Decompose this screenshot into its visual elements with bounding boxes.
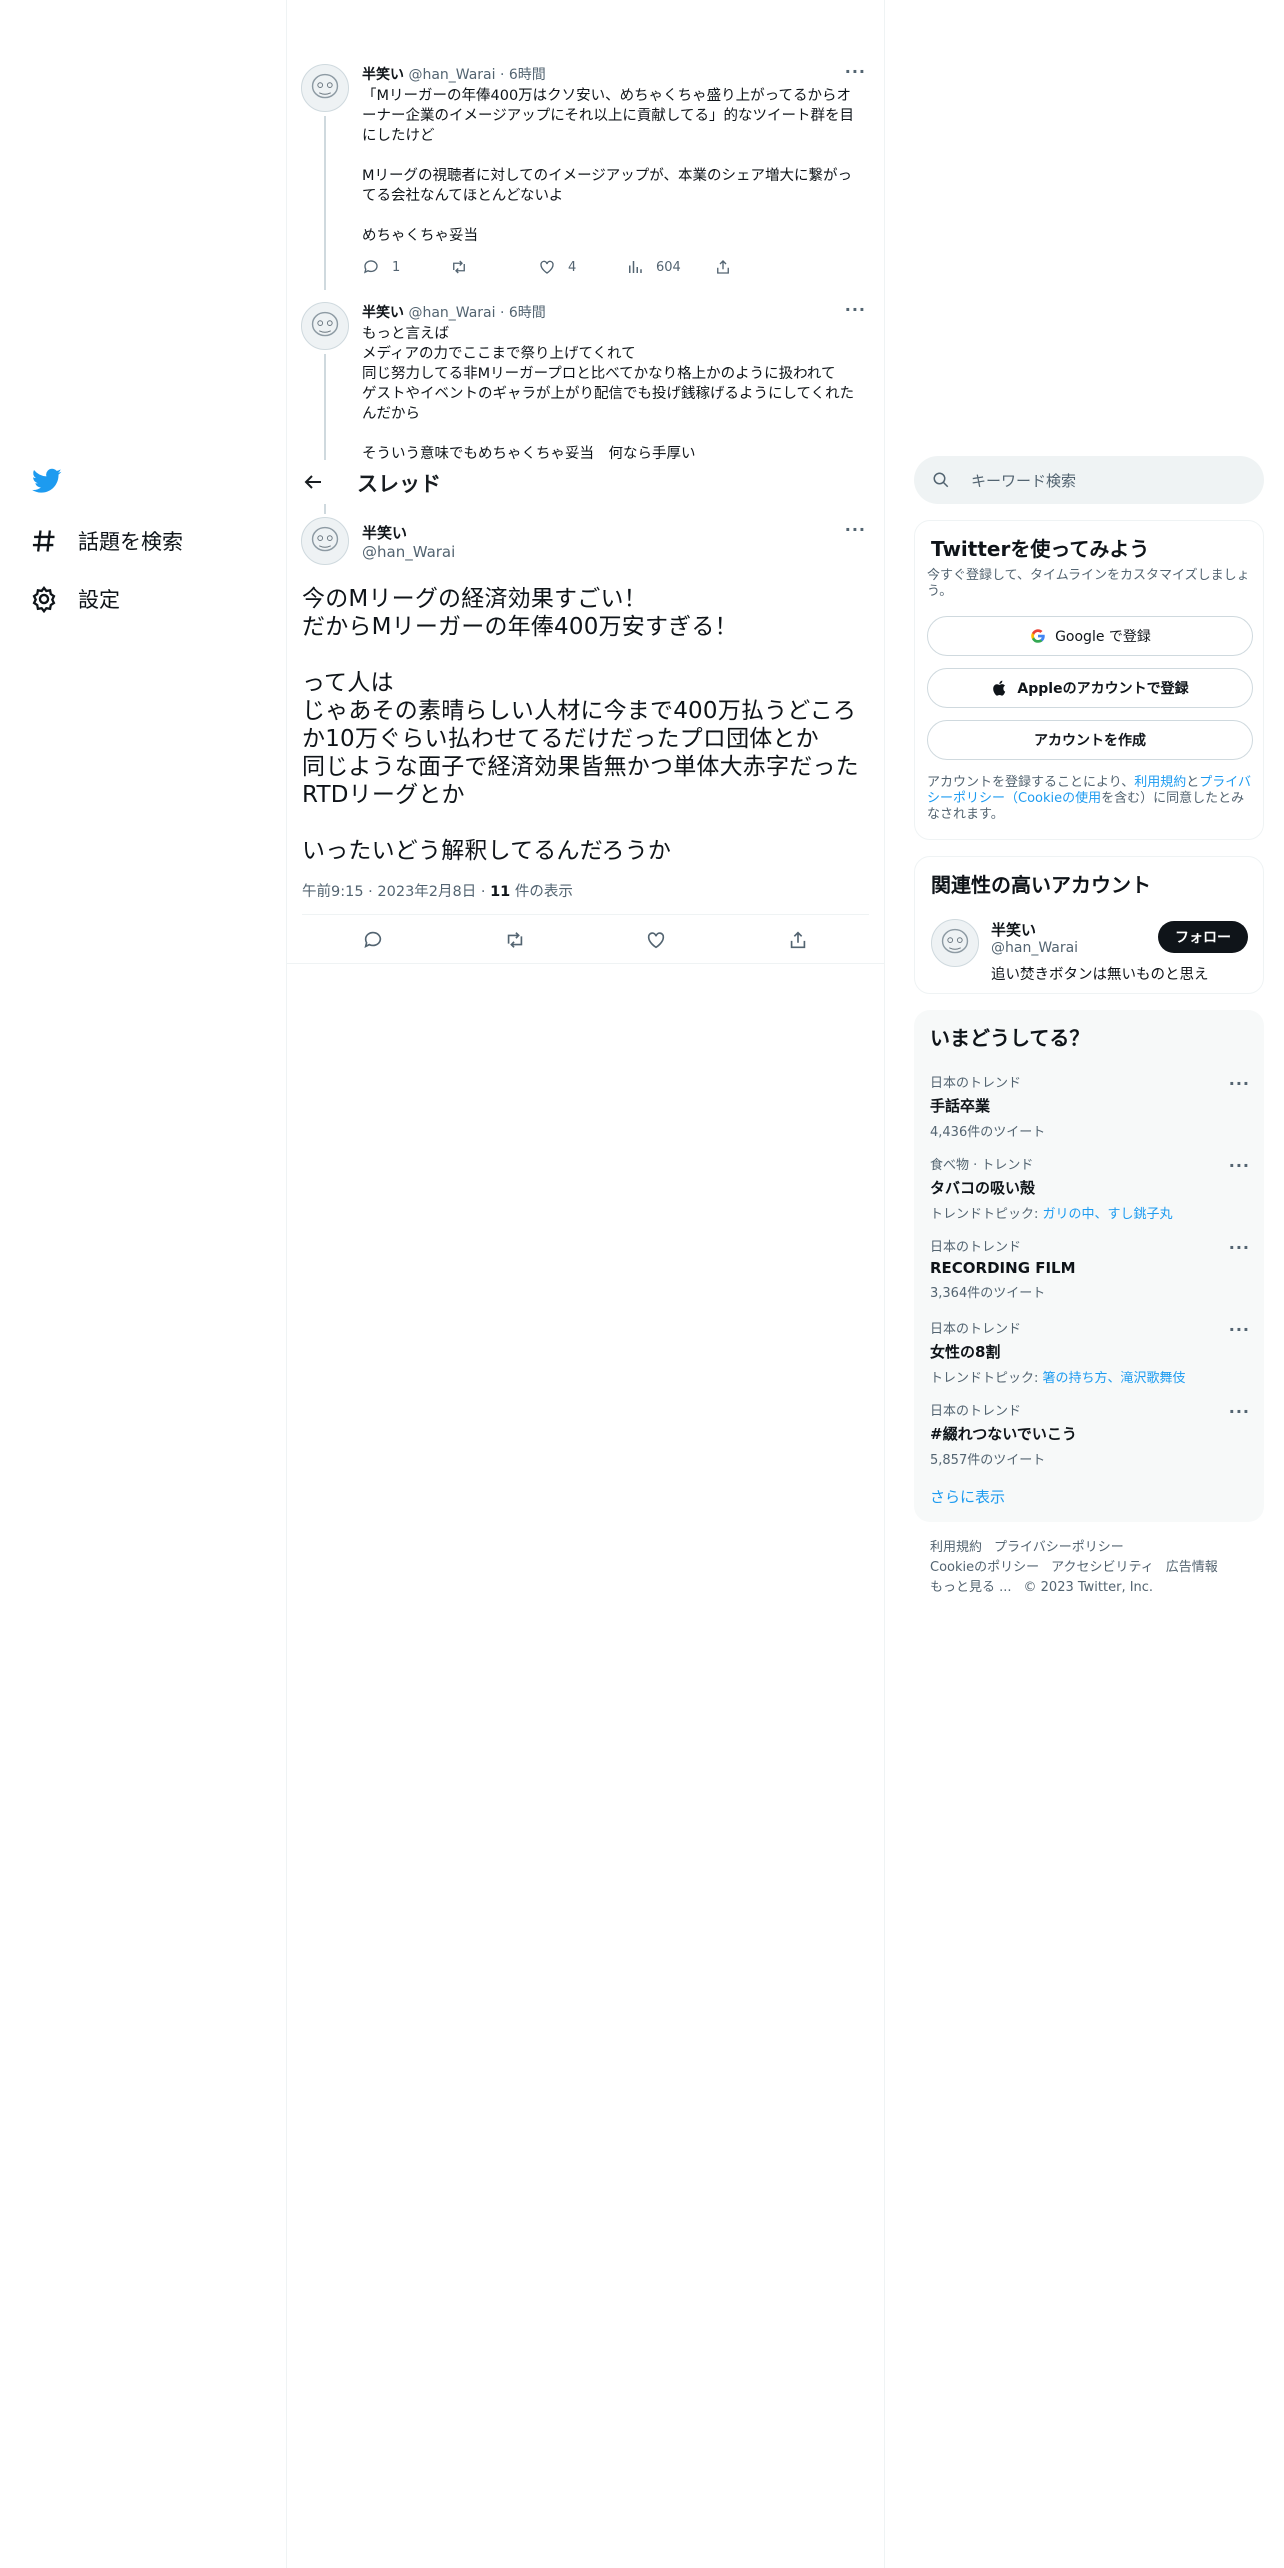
- more-icon[interactable]: ···: [845, 62, 866, 81]
- cookie-link[interactable]: （Cookieの使用: [1005, 791, 1101, 806]
- avatar[interactable]: [301, 517, 349, 565]
- views-count: 11: [490, 884, 511, 900]
- google-signup-label: Google で登録: [1055, 629, 1151, 645]
- related-handle[interactable]: @han_Warai: [991, 940, 1078, 956]
- avatar[interactable]: [301, 64, 349, 112]
- reply-button[interactable]: 1: [362, 258, 450, 276]
- footer-link[interactable]: 広告情報: [1166, 1560, 1218, 1575]
- nav-settings-label: 設定: [78, 588, 120, 612]
- thread-connector: [324, 504, 326, 514]
- author-handle[interactable]: @han_Warai: [362, 543, 455, 561]
- trends-panel: いまどうしてる？ 日本のトレンド 手話卒業 4,436件のツイート ··· 食べ…: [914, 1010, 1264, 1522]
- more-icon[interactable]: ···: [1229, 1074, 1250, 1093]
- related-title: 関連性の高いアカウント: [931, 873, 1151, 897]
- search-input[interactable]: キーワード検索: [914, 456, 1264, 504]
- signup-card: Twitterを使ってみよう 今すぐ登録して、タイムラインをカスタマイズしましょ…: [914, 520, 1264, 840]
- heart-icon: [540, 260, 554, 274]
- analytics-icon: [629, 261, 642, 273]
- page-title: スレッド: [357, 472, 441, 496]
- apple-signup-button[interactable]: Appleのアカウントで登録: [927, 668, 1253, 708]
- trend-item[interactable]: 日本のトレンド 女性の8割 トレンドトピック: 箸の持ち方、滝沢歌舞伎 ···: [930, 1318, 1250, 1386]
- gear-icon: [32, 586, 56, 613]
- more-icon[interactable]: ···: [845, 520, 866, 539]
- trend-item[interactable]: 日本のトレンド #綴れつないでいこう 5,857件のツイート ···: [930, 1400, 1250, 1468]
- related-name[interactable]: 半笑い: [991, 919, 1036, 940]
- signup-legal: アカウントを登録することにより、利用規約とプライバシーポリシー（Cookieの使…: [927, 775, 1252, 822]
- footer-link[interactable]: 利用規約: [930, 1540, 982, 1555]
- tweet-date[interactable]: 2023年2月8日: [377, 884, 476, 900]
- page: 話題を検索 設定 半笑い @han_Warai · 6時間 ··· 「Mリーガー…: [0, 0, 1284, 2568]
- nav-explore-label: 話題を検索: [78, 530, 183, 554]
- search-icon: [933, 472, 949, 488]
- tweet-actions: [302, 925, 869, 955]
- trend-item[interactable]: 日本のトレンド 手話卒業 4,436件のツイート ···: [930, 1072, 1250, 1140]
- nav-settings[interactable]: 設定: [30, 579, 120, 619]
- tweet-meta: 午前9:15 · 2023年2月8日 · 11 件の表示: [302, 884, 573, 900]
- reply-icon[interactable]: [362, 929, 384, 951]
- more-icon[interactable]: ···: [1229, 1402, 1250, 1421]
- views-button[interactable]: 604: [626, 258, 714, 276]
- tweet-header: 半笑い @han_Warai · 6時間: [362, 305, 546, 321]
- thread-tweet[interactable]: 半笑い @han_Warai · 6時間 ··· もっと言えば メディアの力でこ…: [287, 298, 884, 460]
- tweet-text: もっと言えば メディアの力でここまで祭り上げてくれて 同じ努力してる非Mリーガー…: [362, 326, 855, 460]
- tweet-time[interactable]: 午前9:15: [302, 884, 364, 900]
- thread-connector: [324, 116, 326, 290]
- signup-desc: 今すぐ登録して、タイムラインをカスタマイズしましょう。: [927, 568, 1250, 599]
- retweet-icon[interactable]: [504, 929, 526, 951]
- more-icon[interactable]: ···: [845, 300, 866, 319]
- reply-icon: [363, 260, 378, 274]
- terms-link[interactable]: 利用規約: [1134, 775, 1186, 790]
- trend-item[interactable]: 食べ物 · トレンド タバコの吸い殻 トレンドトピック: ガリの中、すし銚子丸 …: [930, 1154, 1250, 1222]
- avatar[interactable]: [301, 302, 349, 350]
- thread-connector: [324, 354, 326, 460]
- trends-title: いまどうしてる？: [930, 1026, 1090, 1050]
- retweet-button[interactable]: [450, 258, 538, 276]
- retweet-icon: [453, 260, 465, 274]
- more-icon[interactable]: ···: [1229, 1156, 1250, 1175]
- footer-link[interactable]: アクセシビリティ: [1051, 1560, 1154, 1575]
- apple-icon: [993, 680, 1006, 696]
- footer-link[interactable]: Cookieのポリシー: [930, 1560, 1039, 1575]
- right-divider: [884, 0, 885, 2568]
- search-placeholder: キーワード検索: [971, 471, 1077, 490]
- tweet-text: 「Mリーガーの年俸400万はクソ安い、めちゃくちゃ盛り上がってるからオーナー企業…: [362, 88, 854, 244]
- thread-header: スレッド: [287, 460, 884, 504]
- divider: [287, 963, 884, 964]
- apple-signup-label: Appleのアカウントで登録: [1017, 681, 1189, 697]
- back-arrow-icon[interactable]: [301, 470, 325, 494]
- google-signup-button[interactable]: Google で登録: [927, 616, 1253, 656]
- tweet-actions: 1 4 604: [362, 256, 802, 278]
- show-more-link[interactable]: さらに表示: [930, 1486, 1005, 1507]
- share-button[interactable]: [714, 258, 802, 276]
- divider: [302, 914, 869, 915]
- twitter-logo-icon[interactable]: [30, 466, 64, 496]
- author-name[interactable]: 半笑い: [362, 522, 407, 543]
- tweet-text: 今のMリーグの経済効果すごい！ だからMリーガーの年俸400万安すぎる！ って人…: [302, 586, 859, 864]
- related-accounts-card: 関連性の高いアカウント 半笑い @han_Warai 追い焚きボタンは無いものと…: [914, 856, 1264, 994]
- like-button[interactable]: 4: [538, 258, 626, 276]
- hashtag-icon: [32, 530, 55, 552]
- copyright: © 2023 Twitter, Inc.: [1023, 1580, 1154, 1595]
- footer: 利用規約 プライバシーポリシー Cookieのポリシー アクセシビリティ 広告情報 も…: [930, 1538, 1230, 1598]
- trend-item[interactable]: 日本のトレンド RECORDING FILM 3,364件のツイート ···: [930, 1236, 1250, 1301]
- footer-more-link[interactable]: もっと見る ...: [930, 1580, 1012, 1595]
- main-column: 半笑い @han_Warai · 6時間 ··· 「Mリーガーの年俸400万はク…: [287, 0, 884, 2568]
- google-icon: [1031, 629, 1045, 643]
- heart-icon[interactable]: [645, 929, 667, 951]
- follow-button[interactable]: フォロー: [1158, 921, 1248, 953]
- nav-explore[interactable]: 話題を検索: [30, 521, 183, 561]
- tweet-header: 半笑い @han_Warai · 6時間: [362, 67, 546, 83]
- views-label: 件の表示: [514, 884, 573, 900]
- related-bio: 追い焚きボタンは無いものと思え: [991, 967, 1209, 983]
- create-account-button[interactable]: アカウントを作成: [927, 720, 1253, 760]
- avatar[interactable]: [931, 919, 979, 967]
- share-icon: [717, 260, 729, 274]
- share-icon[interactable]: [787, 929, 809, 951]
- more-icon[interactable]: ···: [1229, 1238, 1250, 1257]
- signup-title: Twitterを使ってみよう: [931, 537, 1150, 561]
- footer-link[interactable]: プライバシーポリシー: [994, 1540, 1124, 1555]
- create-account-label: アカウントを作成: [1034, 733, 1146, 749]
- thread-tweet[interactable]: 半笑い @han_Warai · 6時間 ··· 「Mリーガーの年俸400万はク…: [287, 60, 884, 290]
- more-icon[interactable]: ···: [1229, 1320, 1250, 1339]
